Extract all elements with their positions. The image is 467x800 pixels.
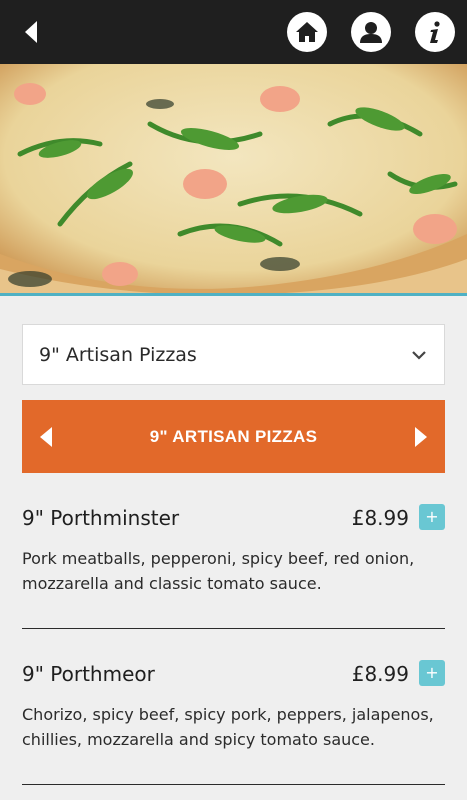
pizza-photo (0, 64, 467, 293)
item-description: Chorizo, spicy beef, spicy pork, peppers… (22, 705, 434, 749)
divider (22, 784, 445, 785)
home-icon (296, 22, 318, 42)
category-title: 9" ARTISAN PIZZAS (149, 427, 318, 446)
item-description: Pork meatballs, pepperoni, spicy beef, r… (22, 549, 415, 593)
next-category-icon[interactable] (411, 426, 429, 448)
category-select[interactable]: 9" Artisan Pizzas (22, 324, 445, 385)
category-bar: 9" ARTISAN PIZZAS (22, 400, 445, 473)
add-to-order-button[interactable]: + (419, 504, 445, 530)
user-icon (360, 22, 382, 43)
item-price: £8.99 (351, 662, 409, 686)
home-button[interactable] (287, 12, 327, 52)
hero-image (0, 64, 467, 296)
item-price: £8.99 (351, 506, 409, 530)
chevron-left-icon (25, 21, 37, 43)
back-button[interactable] (18, 18, 46, 46)
item-name: 9" Porthmeor (22, 662, 155, 686)
divider (22, 628, 445, 629)
category-select-value: 9" Artisan Pizzas (39, 344, 197, 366)
info-button[interactable] (415, 12, 455, 52)
top-bar (0, 0, 467, 64)
chevron-down-icon (412, 351, 426, 360)
item-name: 9" Porthminster (22, 506, 180, 530)
add-to-order-button[interactable]: + (419, 660, 445, 686)
account-button[interactable] (351, 12, 391, 52)
info-icon (430, 21, 440, 43)
